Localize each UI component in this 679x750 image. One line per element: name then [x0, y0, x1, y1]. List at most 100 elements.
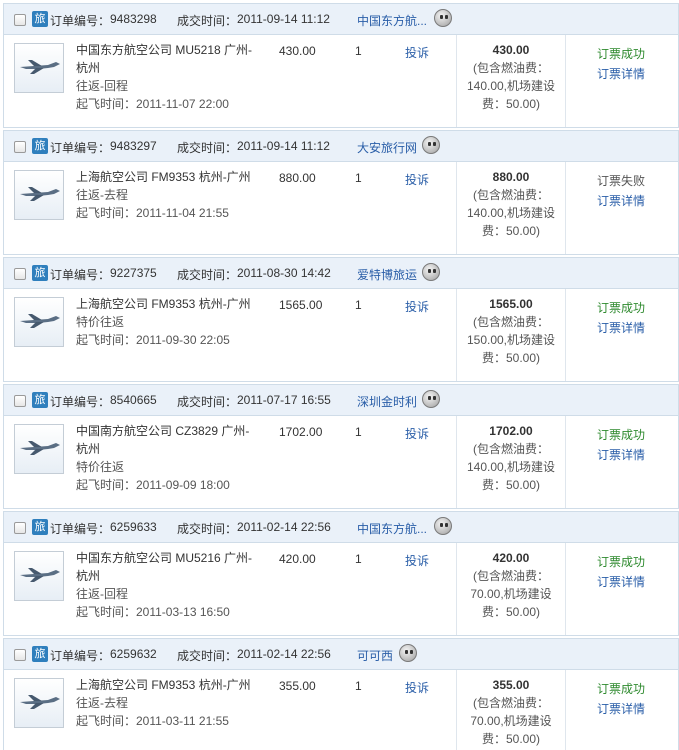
order-header: 旅 订单编号： 9483298 成交时间： 2011-09-14 11:12 中…	[4, 4, 678, 35]
complain-link[interactable]: 投诉	[405, 552, 429, 569]
order-no: 6259633	[110, 520, 157, 534]
airplane-icon	[14, 678, 64, 728]
total-box: 420.00 (包含燃油费： 70.00,机场建设 费：50.00)	[457, 549, 565, 621]
flight-info: 中国东方航空公司 MU5216 广州- 杭州 往返-回程 起飞时间：2011-0…	[76, 549, 276, 621]
airplane-icon	[14, 43, 64, 93]
detail-link[interactable]: 订票详情	[597, 64, 645, 84]
agent-link[interactable]: 中国东方航...	[357, 12, 427, 29]
order-no-label: 订单编号：	[50, 395, 111, 409]
fuel-line: 70.00,机场建设	[470, 714, 552, 728]
order-no: 8540665	[110, 393, 157, 407]
travel-tag-icon: 旅	[32, 138, 48, 154]
order-status: 订票成功	[597, 301, 646, 315]
airplane-icon	[14, 551, 64, 601]
chat-icon[interactable]	[434, 9, 452, 27]
airport-fee: 费：50.00)	[481, 478, 541, 492]
deal-time-label: 成交时间：	[177, 522, 238, 536]
complain-link[interactable]: 投诉	[405, 44, 429, 61]
order-no: 9483297	[110, 139, 157, 153]
chat-icon[interactable]	[422, 136, 440, 154]
travel-tag-icon: 旅	[32, 519, 48, 535]
total-box: 1565.00 (包含燃油费： 150.00,机场建设 费：50.00)	[457, 295, 565, 367]
airport-fee: 费：50.00)	[481, 605, 541, 619]
quantity: 1	[355, 425, 362, 439]
total-price: 430.00	[492, 43, 530, 57]
unit-price: 355.00	[279, 679, 316, 693]
trip-type: 往返-回程	[76, 587, 128, 601]
total-price: 420.00	[492, 551, 530, 565]
select-checkbox[interactable]	[14, 141, 26, 153]
fuel-line: 70.00,机场建设	[470, 587, 552, 601]
flight-line: 中国东方航空公司 MU5218 广州-	[76, 43, 253, 57]
detail-link[interactable]: 订票详情	[597, 572, 645, 592]
total-price: 880.00	[492, 170, 530, 184]
flight-info: 中国东方航空公司 MU5218 广州- 杭州 往返-回程 起飞时间：2011-1…	[76, 41, 276, 113]
status-box: 订票成功 订票详情	[597, 552, 645, 592]
flight-info: 上海航空公司 FM9353 杭州-广州 特价往返 起飞时间：2011-09-30…	[76, 295, 276, 349]
flight-line: 中国东方航空公司 MU5216 广州-	[76, 551, 253, 565]
agent-link[interactable]: 大安旅行网	[357, 139, 417, 156]
departure-time: 起飞时间：2011-03-11 21:55	[76, 714, 229, 728]
trip-type: 特价往返	[76, 315, 125, 329]
agent-link[interactable]: 爱特博旅运	[357, 266, 417, 283]
order-no-label: 订单编号：	[50, 649, 111, 663]
order-header: 旅 订单编号： 6259633 成交时间： 2011-02-14 22:56 中…	[4, 512, 678, 543]
divider	[565, 35, 566, 127]
flight-info: 上海航空公司 FM9353 杭州-广州 往返-去程 起飞时间：2011-03-1…	[76, 676, 276, 730]
agent-link[interactable]: 深圳金时利	[357, 393, 417, 410]
quantity: 1	[355, 171, 362, 185]
divider	[565, 162, 566, 254]
total-box: 430.00 (包含燃油费： 140.00,机场建设 费：50.00)	[457, 41, 565, 113]
status-box: 订票成功 订票详情	[597, 679, 645, 719]
detail-link[interactable]: 订票详情	[597, 699, 645, 719]
total-box: 880.00 (包含燃油费： 140.00,机场建设 费：50.00)	[457, 168, 565, 240]
detail-link[interactable]: 订票详情	[597, 191, 645, 211]
chat-icon[interactable]	[422, 390, 440, 408]
trip-type: 特价往返	[76, 460, 125, 474]
order-no: 6259632	[110, 647, 157, 661]
select-checkbox[interactable]	[14, 395, 26, 407]
total-box: 355.00 (包含燃油费： 70.00,机场建设 费：50.00)	[457, 676, 565, 748]
deal-time-label: 成交时间：	[177, 649, 238, 663]
agent-link[interactable]: 可可西	[357, 647, 393, 664]
deal-time: 2011-02-14 22:56	[237, 520, 331, 534]
chat-icon[interactable]	[434, 517, 452, 535]
select-checkbox[interactable]	[14, 649, 26, 661]
deal-time-label: 成交时间：	[177, 14, 238, 28]
select-checkbox[interactable]	[14, 268, 26, 280]
complain-link[interactable]: 投诉	[405, 679, 429, 696]
deal-time-label: 成交时间：	[177, 395, 238, 409]
quantity: 1	[355, 552, 362, 566]
airport-fee: 费：50.00)	[481, 351, 541, 365]
chat-icon[interactable]	[399, 644, 417, 662]
departure-time: 起飞时间：2011-03-13 16:50	[76, 605, 230, 619]
fuel-line: 140.00,机场建设	[466, 79, 556, 93]
total-price: 1565.00	[489, 297, 533, 311]
order-list: 旅 订单编号： 9483298 成交时间： 2011-09-14 11:12 中…	[0, 0, 679, 750]
airplane-icon	[14, 297, 64, 347]
detail-link[interactable]: 订票详情	[597, 318, 645, 338]
trip-type: 往返-去程	[76, 696, 128, 710]
deal-time: 2011-08-30 14:42	[237, 266, 331, 280]
deal-time: 2011-02-14 22:56	[237, 647, 331, 661]
deal-time-label: 成交时间：	[177, 268, 238, 282]
travel-tag-icon: 旅	[32, 646, 48, 662]
select-checkbox[interactable]	[14, 14, 26, 26]
complain-link[interactable]: 投诉	[405, 425, 429, 442]
chat-icon[interactable]	[422, 263, 440, 281]
order-card: 旅 订单编号： 8540665 成交时间： 2011-07-17 16:55 深…	[3, 384, 679, 509]
unit-price: 430.00	[279, 44, 316, 58]
fuel-label: (包含燃油费：	[473, 188, 549, 202]
order-header: 旅 订单编号： 8540665 成交时间： 2011-07-17 16:55 深…	[4, 385, 678, 416]
complain-link[interactable]: 投诉	[405, 171, 429, 188]
agent-link[interactable]: 中国东方航...	[357, 520, 427, 537]
detail-link[interactable]: 订票详情	[597, 445, 645, 465]
flight-line-cont: 杭州	[76, 442, 101, 456]
airport-fee: 费：50.00)	[481, 224, 541, 238]
deal-time: 2011-09-14 11:12	[237, 139, 330, 153]
departure-time: 起飞时间：2011-11-07 22:00	[76, 97, 229, 111]
order-no: 9227375	[110, 266, 157, 280]
select-checkbox[interactable]	[14, 522, 26, 534]
order-body: 中国南方航空公司 CZ3829 广州- 杭州 特价往返 起飞时间：2011-09…	[4, 416, 678, 508]
complain-link[interactable]: 投诉	[405, 298, 429, 315]
